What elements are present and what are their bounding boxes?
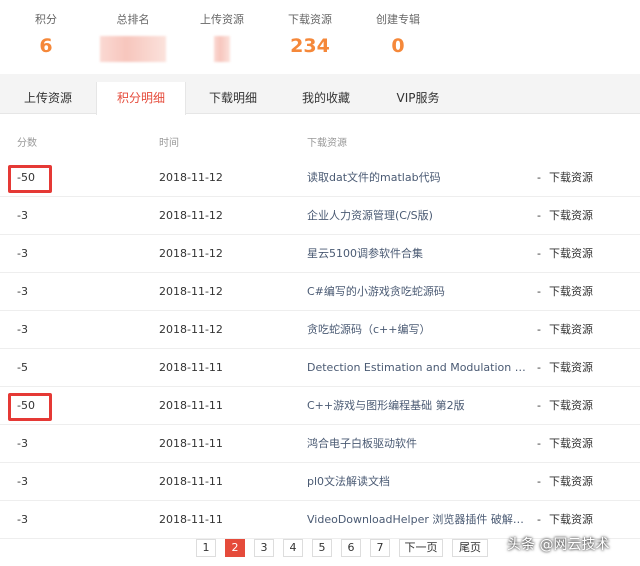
separator-dash: - <box>537 171 541 184</box>
resource-link[interactable]: 贪吃蛇源码（c++编写） <box>307 311 532 349</box>
download-resource-link[interactable]: 下载资源 <box>549 349 619 387</box>
stat-label: 创建专辑 <box>376 13 420 26</box>
download-resource-link[interactable]: 下载资源 <box>549 311 619 349</box>
page-3[interactable]: 3 <box>254 539 274 557</box>
separator-dash: - <box>537 209 541 222</box>
separator-dash: - <box>537 285 541 298</box>
table-row: -3 2018-11-12 企业人力资源管理(C/S版) - 下载资源 <box>0 197 640 235</box>
stat-value: 6 <box>39 35 53 57</box>
column-header-score: 分数 <box>17 138 37 149</box>
score-cell: -50 <box>17 399 35 412</box>
score-cell: -3 <box>17 247 28 260</box>
resource-link[interactable]: VideoDownloadHelper 浏览器插件 破解版无... <box>307 501 532 539</box>
tab-favorites[interactable]: 我的收藏 <box>280 82 372 114</box>
column-header-time: 时间 <box>159 138 179 149</box>
next-page-button[interactable]: 下一页 <box>399 539 443 557</box>
score-cell: -3 <box>17 285 28 298</box>
table-row: -5 2018-11-11 Detection Estimation and Mod… <box>0 349 640 387</box>
resource-link[interactable]: Detection Estimation and Modulation The.… <box>307 349 532 387</box>
stat-label: 下载资源 <box>288 13 332 26</box>
score-cell: -3 <box>17 323 28 336</box>
table-row: -3 2018-11-12 贪吃蛇源码（c++编写） - 下载资源 <box>0 311 640 349</box>
table-row: -3 2018-11-11 pl0文法解读文档 - 下载资源 <box>0 463 640 501</box>
separator-dash: - <box>537 361 541 374</box>
score-cell: -3 <box>17 437 28 450</box>
download-resource-link[interactable]: 下载资源 <box>549 197 619 235</box>
tab-bar: 上传资源 积分明细 下载明细 我的收藏 VIP服务 <box>0 82 640 115</box>
stat-label: 上传资源 <box>200 13 244 26</box>
resource-link[interactable]: pl0文法解读文档 <box>307 463 532 501</box>
time-cell: 2018-11-12 <box>159 209 223 222</box>
page-4[interactable]: 4 <box>283 539 303 557</box>
section-gap <box>0 74 640 82</box>
tab-vip[interactable]: VIP服务 <box>372 82 464 114</box>
separator-dash: - <box>537 247 541 260</box>
time-cell: 2018-11-12 <box>159 323 223 336</box>
redacted-value <box>100 36 166 62</box>
score-cell: -5 <box>17 361 28 374</box>
last-page-button[interactable]: 尾页 <box>452 539 488 557</box>
stat-downloads: 下载资源 234 <box>284 11 336 57</box>
score-cell: -3 <box>17 209 28 222</box>
stat-albums: 创建专辑 0 <box>370 11 426 57</box>
time-cell: 2018-11-11 <box>159 475 223 488</box>
download-resource-link[interactable]: 下载资源 <box>549 159 619 197</box>
redacted-value <box>214 36 230 62</box>
stat-value: 234 <box>290 35 330 57</box>
page-6[interactable]: 6 <box>341 539 361 557</box>
download-resource-link[interactable]: 下载资源 <box>549 387 619 425</box>
tab-uploads[interactable]: 上传资源 <box>0 82 96 114</box>
column-header-resource: 下载资源 <box>307 138 347 149</box>
page-1[interactable]: 1 <box>196 539 216 557</box>
resource-link[interactable]: 企业人力资源管理(C/S版) <box>307 197 532 235</box>
stat-value: 0 <box>391 35 405 57</box>
page-2-current[interactable]: 2 <box>225 539 245 557</box>
time-cell: 2018-11-12 <box>159 247 223 260</box>
download-resource-link[interactable]: 下载资源 <box>549 235 619 273</box>
stat-label: 总排名 <box>116 13 150 26</box>
score-cell: -50 <box>17 171 35 184</box>
score-cell: -3 <box>17 475 28 488</box>
time-cell: 2018-11-11 <box>159 513 223 526</box>
time-cell: 2018-11-11 <box>159 437 223 450</box>
download-resource-link[interactable]: 下载资源 <box>549 273 619 311</box>
download-resource-link[interactable]: 下载资源 <box>549 425 619 463</box>
page-7[interactable]: 7 <box>370 539 390 557</box>
stats-bar: 积分 6 总排名 上传资源 下载资源 234 创建专辑 0 <box>0 0 640 74</box>
table-row: -3 2018-11-12 星云5100调参软件合集 - 下载资源 <box>0 235 640 273</box>
resource-link[interactable]: 鸿合电子白板驱动软件 <box>307 425 532 463</box>
stat-uploads: 上传资源 <box>196 11 248 62</box>
resource-link[interactable]: 星云5100调参软件合集 <box>307 235 532 273</box>
tab-download-detail[interactable]: 下载明细 <box>186 82 280 114</box>
separator-dash: - <box>537 475 541 488</box>
table-row: -3 2018-11-11 鸿合电子白板驱动软件 - 下载资源 <box>0 425 640 463</box>
separator-dash: - <box>537 399 541 412</box>
tab-points-detail[interactable]: 积分明细 <box>96 82 186 115</box>
download-resource-link[interactable]: 下载资源 <box>549 463 619 501</box>
time-cell: 2018-11-12 <box>159 171 223 184</box>
stat-label: 积分 <box>35 13 57 26</box>
separator-dash: - <box>537 323 541 336</box>
resource-link[interactable]: C++游戏与图形编程基础 第2版 <box>307 387 532 425</box>
table-row: -3 2018-11-12 C#编写的小游戏贪吃蛇源码 - 下载资源 <box>0 273 640 311</box>
time-cell: 2018-11-11 <box>159 399 223 412</box>
resource-link[interactable]: C#编写的小游戏贪吃蛇源码 <box>307 273 532 311</box>
stat-points: 积分 6 <box>20 11 72 57</box>
page-5[interactable]: 5 <box>312 539 332 557</box>
score-cell: -3 <box>17 513 28 526</box>
watermark: 头条 @网云技术 <box>507 537 610 553</box>
separator-dash: - <box>537 437 541 450</box>
table-row: -50 2018-11-11 C++游戏与图形编程基础 第2版 - 下载资源 <box>0 387 640 425</box>
time-cell: 2018-11-11 <box>159 361 223 374</box>
resource-link[interactable]: 读取dat文件的matlab代码 <box>307 159 532 197</box>
table-row: -50 2018-11-12 读取dat文件的matlab代码 - 下载资源 <box>0 159 640 197</box>
stat-rank: 总排名 <box>100 11 166 62</box>
time-cell: 2018-11-12 <box>159 285 223 298</box>
